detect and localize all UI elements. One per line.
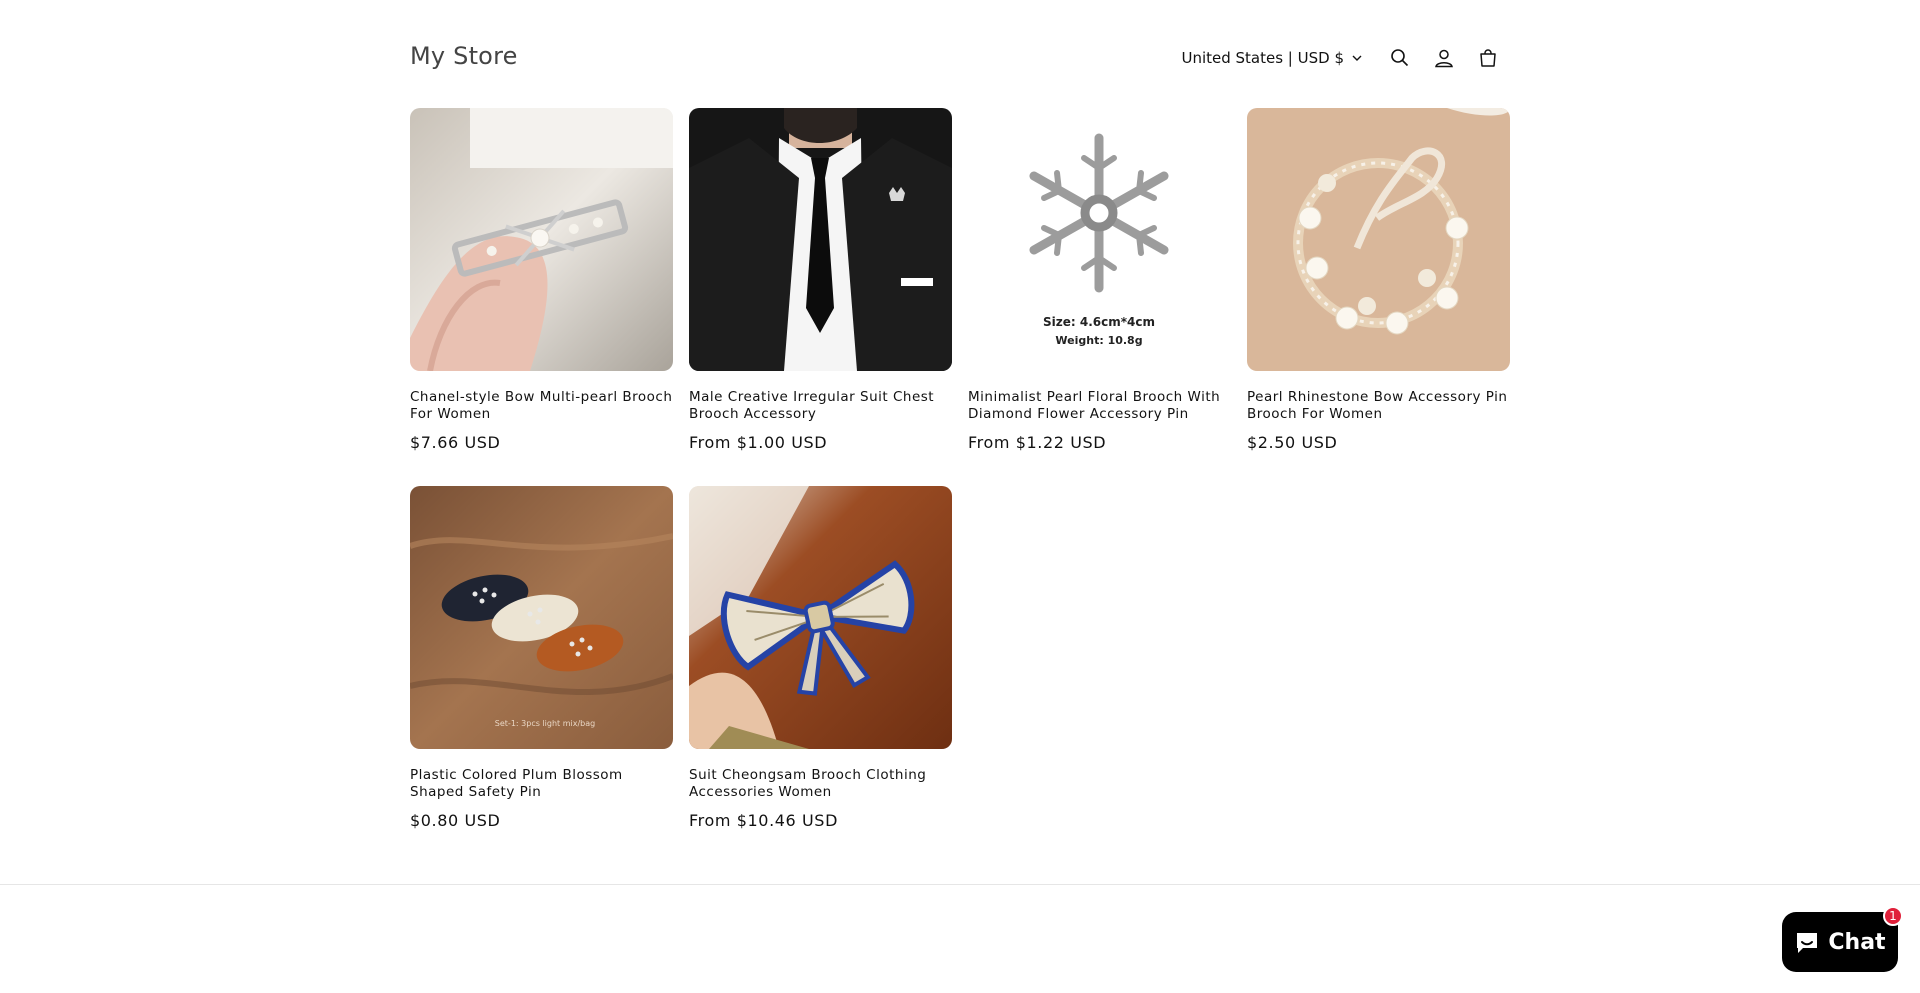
product-image[interactable] (410, 108, 673, 371)
product-card[interactable]: Suit Cheongsam Brooch Clothing Accessori… (689, 486, 952, 830)
chat-button[interactable]: Chat (1782, 912, 1898, 972)
chevron-down-icon (1352, 55, 1362, 61)
product-price: From $10.46 USD (689, 811, 838, 830)
product-image[interactable]: Size: 4.6cm*4cm Weight: 10.8g (968, 108, 1231, 371)
site-header: My Store United States | USD $ (410, 40, 1510, 76)
product-image[interactable] (689, 486, 952, 749)
footer-divider (0, 884, 1920, 885)
product-price: From $1.22 USD (968, 433, 1107, 452)
image-caption-size: Size: 4.6cm*4cm (1043, 315, 1155, 329)
store-logo[interactable]: My Store (410, 42, 518, 70)
chat-bubble-icon (1797, 933, 1818, 953)
chat-notification-badge: 1 (1883, 906, 1903, 926)
product-image[interactable] (1247, 108, 1510, 371)
header-actions: United States | USD $ (1181, 40, 1510, 76)
product-card[interactable]: Male Creative Irregular Suit Chest Brooc… (689, 108, 952, 452)
cart-icon (1480, 49, 1496, 67)
product-price: $2.50 USD (1247, 433, 1338, 452)
product-price: $0.80 USD (410, 811, 501, 830)
product-image[interactable] (689, 108, 952, 371)
product-card[interactable]: Size: 4.6cm*4cm Weight: 10.8g Minimalist… (968, 108, 1231, 452)
search-icon (1391, 49, 1409, 67)
chat-label: Chat (1828, 929, 1886, 955)
product-price: $7.66 USD (410, 433, 501, 452)
search-button[interactable] (1378, 40, 1422, 76)
account-icon (1435, 49, 1453, 68)
product-image[interactable]: Set-1: 3pcs light mix/bag (410, 486, 673, 749)
product-title[interactable]: Plastic Colored Plum Blossom Shaped Safe… (410, 767, 673, 801)
account-button[interactable] (1422, 40, 1466, 76)
locale-selector[interactable]: United States | USD $ (1181, 49, 1362, 67)
product-card[interactable]: Set-1: 3pcs light mix/bag Plastic Colore… (410, 486, 673, 830)
product-price: From $1.00 USD (689, 433, 828, 452)
cart-button[interactable] (1466, 40, 1510, 76)
product-title[interactable]: Suit Cheongsam Brooch Clothing Accessori… (689, 767, 952, 801)
image-caption-set: Set-1: 3pcs light mix/bag (495, 719, 595, 728)
product-card[interactable]: Pearl Rhinestone Bow Accessory Pin Brooc… (1247, 108, 1510, 452)
image-caption-weight: Weight: 10.8g (1055, 334, 1142, 347)
product-title[interactable]: Pearl Rhinestone Bow Accessory Pin Brooc… (1247, 389, 1510, 423)
locale-label: United States | USD $ (1181, 49, 1344, 67)
product-title[interactable]: Chanel-style Bow Multi-pearl Brooch For … (410, 389, 673, 423)
product-title[interactable]: Male Creative Irregular Suit Chest Brooc… (689, 389, 952, 423)
product-title[interactable]: Minimalist Pearl Floral Brooch With Diam… (968, 389, 1231, 423)
product-card[interactable]: Chanel-style Bow Multi-pearl Brooch For … (410, 108, 673, 452)
